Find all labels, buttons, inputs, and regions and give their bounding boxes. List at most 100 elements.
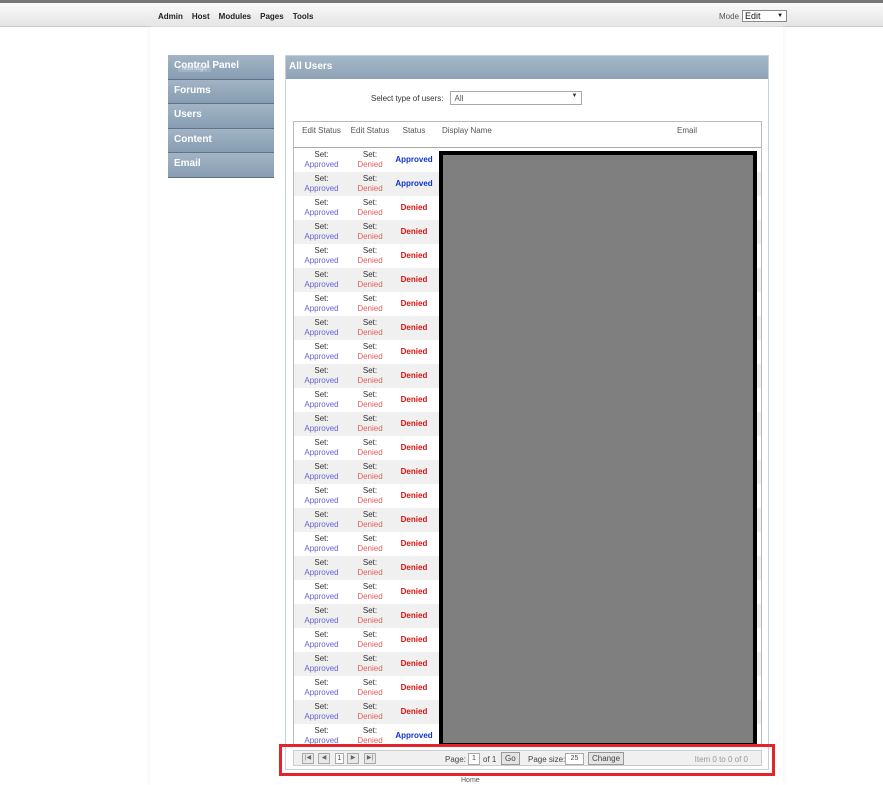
edit-status-cell: Set: Denied — [349, 580, 391, 604]
column-header[interactable]: Edit Status — [294, 122, 349, 147]
set-label: Set: — [362, 390, 378, 399]
set-approved-link[interactable]: Approved — [304, 664, 338, 673]
menu-modules[interactable]: Modules — [219, 12, 251, 21]
set-denied-link[interactable]: Denied — [357, 712, 382, 721]
set-denied-link[interactable]: Denied — [357, 448, 382, 457]
set-approved-link[interactable]: Approved — [304, 616, 338, 625]
set-denied-link[interactable]: Denied — [357, 184, 382, 193]
menu-pages[interactable]: Pages — [260, 12, 284, 21]
set-approved-link[interactable]: Approved — [304, 160, 338, 169]
set-approved-link[interactable]: Approved — [304, 400, 338, 409]
set-denied-link[interactable]: Denied — [357, 640, 382, 649]
set-approved-link[interactable]: Approved — [304, 280, 338, 289]
edit-status-cell: Set: Denied — [349, 676, 391, 700]
grid-header: Edit Status Edit Status Status Display N… — [294, 122, 761, 148]
set-approved-link[interactable]: Approved — [304, 376, 338, 385]
set-denied-link[interactable]: Denied — [357, 592, 382, 601]
edit-status-cell: Set: Denied — [349, 244, 391, 268]
set-approved-link[interactable]: Approved — [304, 352, 338, 361]
home-link[interactable]: Home — [461, 777, 480, 784]
set-denied-link[interactable]: Denied — [357, 232, 382, 241]
set-approved-link[interactable]: Approved — [304, 472, 338, 481]
set-denied-link[interactable]: Denied — [357, 280, 382, 289]
sidebar-item-users[interactable]: Users — [168, 104, 274, 129]
set-approved-link[interactable]: Approved — [304, 208, 338, 217]
set-approved-link[interactable]: Approved — [304, 592, 338, 601]
edit-status-cell: Set: Approved — [294, 172, 349, 196]
set-approved-link[interactable]: Approved — [304, 448, 338, 457]
manage-button[interactable]: Manage — [178, 65, 212, 72]
column-header[interactable]: Edit Status — [349, 122, 391, 147]
edit-status-cell: Set: Denied — [349, 148, 391, 172]
user-type-select[interactable]: All ▼ — [450, 91, 583, 105]
user-type-filter: Select type of users: All ▼ — [371, 91, 583, 105]
mode-control: Mode Edit ▼ — [719, 10, 788, 22]
set-denied-link[interactable]: Denied — [357, 544, 382, 553]
set-approved-link[interactable]: Approved — [304, 304, 338, 313]
set-label: Set: — [314, 510, 329, 519]
set-denied-link[interactable]: Denied — [357, 520, 382, 529]
mode-select[interactable]: Edit ▼ — [742, 10, 788, 22]
status-cell: Approved — [395, 179, 433, 188]
set-approved-link[interactable]: Approved — [304, 712, 338, 721]
set-approved-link[interactable]: Approved — [304, 232, 338, 241]
set-label: Set: — [314, 678, 329, 687]
set-denied-link[interactable]: Denied — [357, 376, 382, 385]
menu-host[interactable]: Host — [192, 12, 210, 21]
set-label: Set: — [314, 726, 329, 735]
column-header[interactable]: Status — [391, 122, 437, 147]
set-label: Set: — [314, 630, 329, 639]
set-approved-link[interactable]: Approved — [304, 640, 338, 649]
set-denied-link[interactable]: Denied — [357, 496, 382, 505]
edit-status-cell: Set: Denied — [349, 268, 391, 292]
set-approved-link[interactable]: Approved — [304, 424, 338, 433]
status-cell: Approved — [395, 155, 433, 164]
set-denied-link[interactable]: Denied — [357, 256, 382, 265]
set-label: Set: — [314, 558, 329, 567]
set-label: Set: — [362, 654, 378, 663]
sidebar-item-forums[interactable]: Forums — [168, 79, 274, 105]
sidebar-item-content[interactable]: Content — [168, 128, 274, 154]
set-denied-link[interactable]: Denied — [357, 352, 382, 361]
set-approved-link[interactable]: Approved — [304, 568, 338, 577]
set-label: Set: — [314, 534, 329, 543]
set-denied-link[interactable]: Denied — [357, 328, 382, 337]
set-denied-link[interactable]: Denied — [357, 664, 382, 673]
sidebar-item-label: Content — [174, 133, 212, 145]
status-cell: Denied — [400, 563, 428, 572]
edit-status-cell: Set: Approved — [294, 244, 349, 268]
menu-admin[interactable]: Admin — [158, 12, 183, 21]
edit-status-cell: Set: Approved — [294, 316, 349, 340]
status-cell: Denied — [400, 299, 428, 308]
set-approved-link[interactable]: Approved — [304, 496, 338, 505]
set-denied-link[interactable]: Denied — [357, 688, 382, 697]
set-denied-link[interactable]: Denied — [357, 616, 382, 625]
set-approved-link[interactable]: Approved — [304, 520, 338, 529]
column-header[interactable]: Email — [617, 122, 757, 147]
set-denied-link[interactable]: Denied — [357, 568, 382, 577]
set-denied-link[interactable]: Denied — [357, 472, 382, 481]
status-cell: Denied — [400, 227, 428, 236]
status-cell: Denied — [400, 515, 428, 524]
menu-tools[interactable]: Tools — [293, 12, 314, 21]
column-header[interactable]: Display Name — [437, 122, 617, 147]
set-label: Set: — [314, 318, 329, 327]
set-label: Set: — [362, 270, 378, 279]
set-approved-link[interactable]: Approved — [304, 544, 338, 553]
set-label: Set: — [362, 630, 378, 639]
sidebar-item-control-panel[interactable]: Control Panel Manage — [168, 55, 274, 80]
set-denied-link[interactable]: Denied — [357, 160, 382, 169]
edit-status-cell: Set: Approved — [294, 628, 349, 652]
status-cell: Denied — [400, 419, 428, 428]
set-denied-link[interactable]: Denied — [357, 424, 382, 433]
sidebar-item-email[interactable]: Email — [168, 153, 274, 178]
set-approved-link[interactable]: Approved — [304, 256, 338, 265]
set-approved-link[interactable]: Approved — [304, 184, 338, 193]
set-denied-link[interactable]: Denied — [357, 304, 382, 313]
edit-status-cell: Set: Approved — [294, 652, 349, 676]
edit-status-cell: Set: Approved — [294, 700, 349, 724]
set-denied-link[interactable]: Denied — [357, 208, 382, 217]
set-denied-link[interactable]: Denied — [357, 400, 382, 409]
set-approved-link[interactable]: Approved — [304, 328, 338, 337]
set-approved-link[interactable]: Approved — [304, 688, 338, 697]
